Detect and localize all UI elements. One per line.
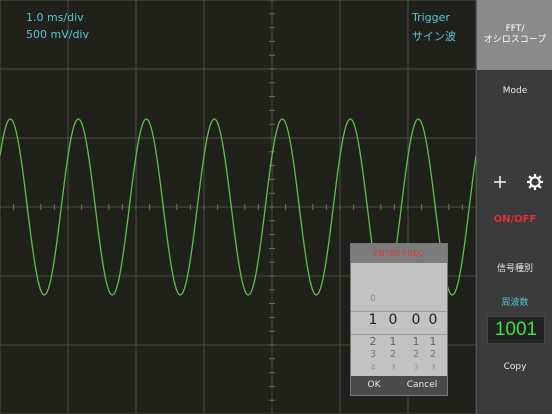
cursor-plus-icon[interactable] — [493, 175, 507, 189]
picker-digit[interactable]: 2 — [383, 349, 403, 360]
picker-digit[interactable]: 3 — [363, 349, 383, 360]
picker-digit[interactable]: 1 — [423, 335, 443, 348]
time-per-div-readout: 1.0 ms/div — [26, 11, 84, 24]
picker-digit[interactable]: 3 — [423, 363, 443, 372]
picker-digit[interactable]: 0 — [423, 312, 443, 328]
frequency-value-display[interactable]: 1001 — [487, 316, 545, 344]
fft-oscilloscope-toggle-button[interactable]: FFT/ オシロスコープ — [477, 0, 552, 70]
picker-digit[interactable]: 0 — [383, 312, 403, 328]
picker-digit[interactable]: 4 — [363, 363, 383, 372]
copy-button[interactable]: Copy — [477, 362, 552, 373]
trigger-readout: Trigger — [412, 11, 450, 24]
mode-button[interactable]: Mode — [477, 86, 552, 97]
fft-label-line2: オシロスコープ — [483, 35, 547, 45]
on-off-button[interactable]: ON/OFF — [477, 214, 552, 225]
oscilloscope-screen[interactable]: 1.0 ms/div 500 mV/div Trigger サイン波 ENTER… — [0, 0, 476, 414]
volt-per-div-readout: 500 mV/div — [26, 28, 89, 41]
picker-digit[interactable]: 3 — [383, 363, 403, 372]
picker-digit[interactable]: 2 — [363, 335, 383, 348]
picker-wheel-area[interactable]: 01234012301230123 — [351, 263, 447, 376]
picker-footer: OK Cancel — [351, 376, 447, 395]
gear-icon[interactable] — [527, 174, 543, 190]
frequency-label: 周波数 — [501, 298, 529, 308]
frequency-picker-dialog[interactable]: ENTER FREQ 01234012301230123 OK Cancel — [350, 243, 448, 396]
picker-digit[interactable]: 0 — [363, 294, 383, 304]
signal-type-readout: サイン波 — [412, 30, 456, 43]
picker-digit[interactable]: 1 — [363, 312, 383, 328]
signal-type-button[interactable]: 信号種別 — [477, 264, 552, 275]
sidebar: FFT/ オシロスコープ Mode ON/OFF 信号種別 周波数 1001 C… — [476, 0, 552, 414]
picker-digit[interactable]: 1 — [383, 335, 403, 348]
picker-title: ENTER FREQ — [351, 244, 447, 263]
ok-button[interactable]: OK — [351, 376, 397, 395]
picker-digit[interactable]: 2 — [423, 349, 443, 360]
fft-label-line1: FFT/ — [505, 24, 525, 34]
cancel-button[interactable]: Cancel — [397, 376, 447, 395]
